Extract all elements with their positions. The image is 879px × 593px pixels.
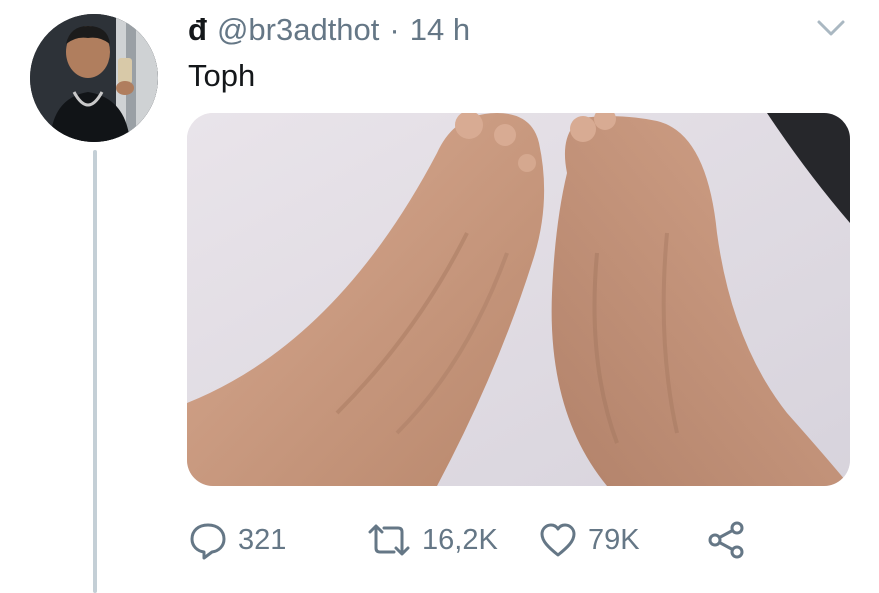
retweet-arrows-icon [368, 524, 410, 556]
reply-button[interactable]: 321 [188, 515, 286, 565]
reply-count: 321 [238, 523, 287, 556]
share-icon [708, 521, 744, 559]
retweet-button[interactable]: 16,2K [366, 515, 498, 565]
heart-icon [540, 523, 576, 557]
like-count: 79K [588, 523, 640, 556]
media-photo [187, 113, 850, 486]
user-handle[interactable]: @br3adthot [217, 12, 379, 48]
separator-dot: · [389, 12, 400, 47]
retweet-count: 16,2K [422, 523, 498, 556]
chevron-down-icon[interactable] [813, 10, 849, 46]
tweet-header: đ @br3adthot · 14 h [188, 10, 470, 50]
thread-line [93, 150, 97, 593]
avatar[interactable] [30, 14, 158, 142]
tweet-media-image[interactable] [187, 113, 850, 486]
display-name[interactable]: đ [188, 12, 207, 48]
speech-bubble-icon [190, 523, 226, 560]
like-button[interactable]: 79K [538, 515, 640, 565]
share-button[interactable] [706, 515, 746, 565]
tweet-actions: 321 16,2K 79K [188, 515, 788, 565]
tweet-text: Toph [188, 58, 256, 93]
tweet-timestamp[interactable]: 14 h [410, 12, 470, 48]
avatar-photo [30, 14, 158, 142]
